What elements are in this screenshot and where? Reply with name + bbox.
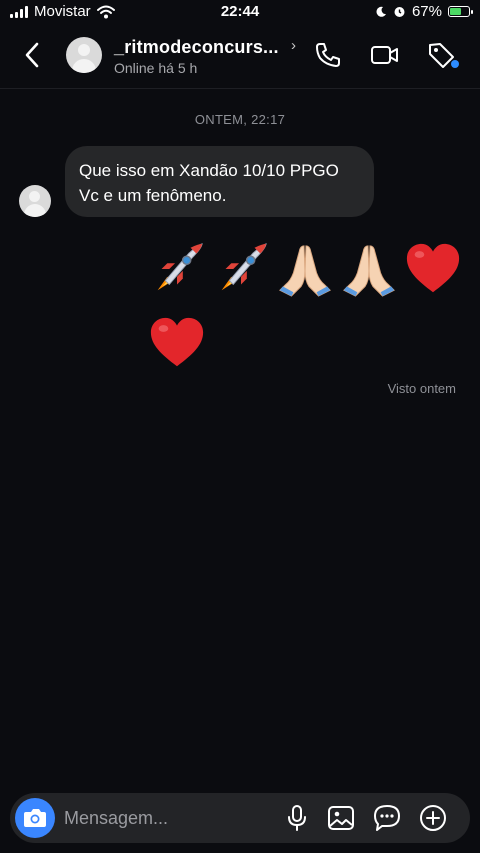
battery-percentage: 67%	[411, 3, 442, 20]
seen-status: Visto ontem	[387, 381, 456, 396]
chat-header: _ritmodeconcurs... › Online há 5 h	[0, 26, 480, 89]
notification-dot	[451, 60, 459, 68]
message-input[interactable]	[64, 803, 264, 833]
system-indicators: 67%	[375, 3, 473, 20]
contact-username[interactable]: _ritmodeconcurs...	[114, 37, 279, 58]
video-camera-icon[interactable]	[368, 39, 400, 71]
moon-icon	[376, 6, 386, 17]
camera-button[interactable]	[15, 798, 55, 838]
date-divider: ONTEM, 22:17	[194, 112, 286, 127]
gallery-icon[interactable]	[326, 803, 356, 833]
red-heart-emoji[interactable]	[404, 239, 462, 299]
sticker-icon[interactable]	[372, 803, 402, 833]
folded-hands-emoji[interactable]	[276, 239, 334, 299]
sender-avatar[interactable]	[19, 185, 51, 217]
message-composer	[10, 793, 470, 843]
rocket-emoji[interactable]	[212, 239, 270, 299]
add-icon[interactable]	[418, 803, 448, 833]
battery-icon	[448, 6, 473, 17]
received-message-bubble[interactable]: Que isso em Xandão 10/10 PPGO Vc e um fe…	[65, 146, 374, 217]
alarm-icon	[394, 7, 405, 17]
microphone-icon[interactable]	[282, 803, 312, 833]
avatar[interactable]	[66, 37, 102, 73]
camera-icon	[24, 809, 46, 827]
phone-icon[interactable]	[312, 39, 344, 71]
status-bar: Movistar 22:44 67%	[0, 0, 480, 26]
chevron-right-icon[interactable]: ›	[291, 37, 296, 54]
message-line: Vc e um fenômeno.	[79, 186, 227, 205]
red-heart-emoji[interactable]	[148, 313, 206, 373]
rocket-emoji[interactable]	[148, 239, 206, 299]
message-line: Que isso em Xandão 10/10 PPGO	[79, 161, 339, 180]
battery-fill	[450, 8, 462, 15]
online-status: Online há 5 h	[114, 60, 198, 76]
sent-emoji-row	[148, 313, 206, 373]
folded-hands-emoji[interactable]	[340, 239, 398, 299]
back-arrow-icon[interactable]	[18, 40, 48, 70]
sent-emoji-row	[148, 239, 462, 299]
